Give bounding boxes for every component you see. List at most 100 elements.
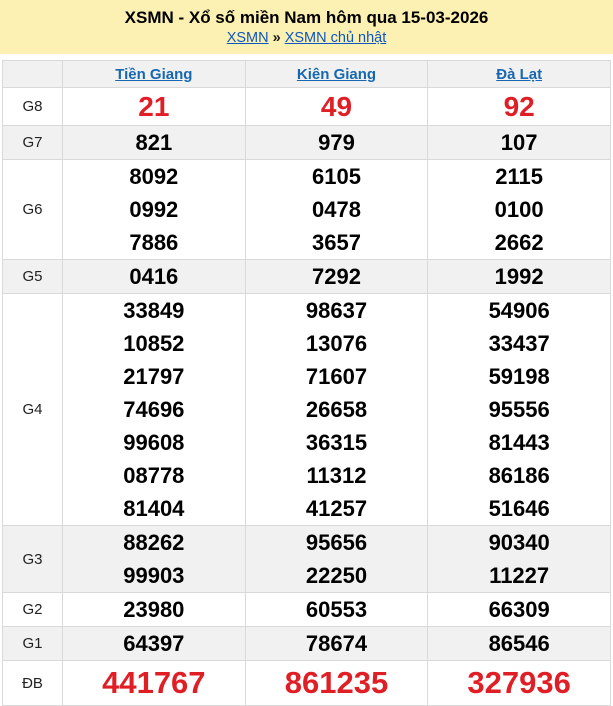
prize-number: 21 <box>138 91 170 122</box>
prize-number: 979 <box>318 130 355 155</box>
prize-number: 21797 <box>123 364 185 389</box>
prize-cell-g3-province-0: 88262 99903 <box>62 525 246 593</box>
breadcrumb-link-xsmn-chu-nhat[interactable]: XSMN chủ nhật <box>285 30 387 46</box>
prize-cell-g7-province-1: 979 <box>244 125 429 160</box>
prize-number: 88262 <box>123 530 185 555</box>
prize-number: 2115 <box>495 164 544 189</box>
prize-cell-g8-province-2: 92 <box>427 87 611 126</box>
prize-number: 81404 <box>123 496 185 521</box>
prize-cell-g4-province-0: 33849 10852 21797 74696 99608 08778 81404 <box>62 293 246 526</box>
prize-number: 59198 <box>488 364 550 389</box>
page-title: XSMN - Xổ số miền Nam hôm qua 15-03-2026 <box>124 8 489 27</box>
prize-number: 95656 <box>305 530 368 555</box>
prize-number: 86546 <box>488 631 550 656</box>
breadcrumb-link-xsmn[interactable]: XSMN <box>227 30 269 46</box>
prize-number: 90340 <box>488 530 550 555</box>
province-link-da-lat[interactable]: Đà Lạt <box>496 66 542 83</box>
prize-number: 64397 <box>123 631 185 656</box>
prize-label-db: ĐB <box>2 660 63 706</box>
prize-cell-g8-province-1: 49 <box>244 87 429 126</box>
prize-number: 33437 <box>488 331 550 356</box>
prize-number: 99608 <box>123 430 185 455</box>
prize-row-g3: G3 88262 99903 95656 22250 90340 11227 <box>2 525 611 593</box>
prize-number: 10852 <box>123 331 185 356</box>
prize-number: 49 <box>320 91 353 122</box>
prize-number: 74696 <box>123 397 185 422</box>
prize-number: 95556 <box>488 397 550 422</box>
prize-label-g5: G5 <box>2 259 63 294</box>
prize-number: 0992 <box>129 197 179 222</box>
prize-number: 23980 <box>123 597 185 622</box>
prize-label-g4: G4 <box>2 293 63 526</box>
prize-number: 821 <box>135 130 173 155</box>
prize-row-g1: G1 64397 78674 86546 <box>2 626 611 661</box>
prize-number: 92 <box>503 91 535 122</box>
prize-cell-g5-province-0: 0416 <box>62 259 246 294</box>
prize-number: 54906 <box>488 298 550 323</box>
prize-number: 60553 <box>305 597 368 622</box>
prize-number: 0100 <box>494 197 544 222</box>
page-header-banner: XSMN - Xổ số miền Nam hôm qua 15-03-2026… <box>0 0 613 54</box>
breadcrumb: XSMN» XSMN chủ nhật <box>4 29 609 48</box>
prize-row-g6: G6 8092 0992 7886 6105 0478 3657 2115 0100 2662 <box>2 159 611 260</box>
prize-row-db: ĐB 441767 861235 327936 <box>2 660 611 706</box>
breadcrumb-separator: » <box>272 30 281 46</box>
prize-label-g6: G6 <box>2 159 63 260</box>
prize-number: 7886 <box>129 230 179 255</box>
prize-cell-g3-province-1: 95656 22250 <box>244 525 429 593</box>
lottery-results-table: Tiền Giang Kiên Giang Đà Lạt G8 21 49 92 G7 8… <box>2 60 611 706</box>
prize-cell-g6-province-0: 8092 0992 7886 <box>62 159 246 260</box>
prize-cell-g8-province-0: 21 <box>62 87 246 126</box>
prize-number: 2662 <box>494 230 544 255</box>
province-header-da-lat: Đà Lạt <box>427 60 611 88</box>
prize-number: 22250 <box>305 563 368 588</box>
prize-number: 861235 <box>284 665 389 700</box>
prize-cell-g4-province-1: 98637 13076 71607 26658 36315 11312 41257 <box>244 293 429 526</box>
prize-label-g8: G8 <box>2 87 63 126</box>
prize-cell-g5-province-2: 1992 <box>427 259 611 294</box>
prize-cell-db-province-1: 861235 <box>244 660 429 706</box>
prize-cell-g7-province-2: 107 <box>427 125 611 160</box>
prize-cell-g6-province-2: 2115 0100 2662 <box>427 159 611 260</box>
prize-number: 6105 <box>312 164 361 189</box>
prize-number: 86186 <box>488 463 550 488</box>
prize-cell-db-province-2: 327936 <box>427 660 611 706</box>
province-link-kien-giang[interactable]: Kiên Giang <box>297 66 376 83</box>
prize-cell-g6-province-1: 6105 0478 3657 <box>244 159 429 260</box>
prize-cell-db-province-0: 441767 <box>62 660 246 706</box>
prize-number: 107 <box>500 130 538 155</box>
prize-number: 0416 <box>129 264 179 289</box>
province-header-kien-giang: Kiên Giang <box>244 60 429 88</box>
prize-row-g7: G7 821 979 107 <box>2 125 611 160</box>
prize-number: 99903 <box>123 563 185 588</box>
prize-row-g4: G4 33849 10852 21797 74696 99608 08778 81404 986… <box>2 293 611 526</box>
prize-number: 13076 <box>305 331 368 356</box>
prize-label-g7: G7 <box>2 125 63 160</box>
prize-cell-g1-province-1: 78674 <box>244 626 429 661</box>
prize-number: 11227 <box>489 563 550 588</box>
prize-table-body: G8 21 49 92 G7 821 979 107 G6 8092 0992 7886 6105 047… <box>2 87 611 706</box>
prize-number: 66309 <box>488 597 550 622</box>
province-link-tien-giang[interactable]: Tiền Giang <box>115 66 192 83</box>
prize-number: 0478 <box>312 197 361 222</box>
prize-label-g3: G3 <box>2 525 63 593</box>
prize-number: 08778 <box>123 463 185 488</box>
prize-number: 51646 <box>488 496 550 521</box>
prize-label-g1: G1 <box>2 626 63 661</box>
prize-number: 41257 <box>305 496 368 521</box>
prize-number: 3657 <box>312 230 361 255</box>
prize-number: 11312 <box>306 463 367 488</box>
province-header-row: Tiền Giang Kiên Giang Đà Lạt <box>2 60 611 88</box>
prize-number: 81443 <box>488 430 550 455</box>
prize-cell-g2-province-0: 23980 <box>62 592 246 627</box>
prize-cell-g2-province-2: 66309 <box>427 592 611 627</box>
prize-number: 441767 <box>102 665 206 700</box>
prize-number: 36315 <box>305 430 368 455</box>
prize-row-g5: G5 0416 7292 1992 <box>2 259 611 294</box>
prize-row-g8: G8 21 49 92 <box>2 87 611 126</box>
prize-number: 98637 <box>305 298 368 323</box>
prize-label-g2: G2 <box>2 592 63 627</box>
prize-cell-g3-province-2: 90340 11227 <box>427 525 611 593</box>
prize-number: 71607 <box>305 364 368 389</box>
prize-number: 26658 <box>305 397 368 422</box>
